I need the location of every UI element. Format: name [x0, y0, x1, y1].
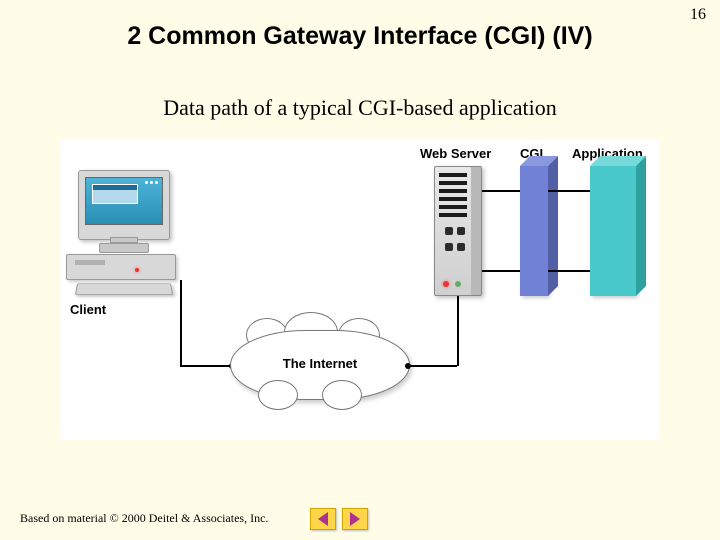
next-slide-button[interactable]: [342, 508, 368, 530]
cgi-block-icon: [520, 166, 548, 296]
label-client: Client: [70, 302, 106, 317]
diagram-figure: Client Web Server CGI Application The In…: [60, 140, 660, 440]
application-block-icon: [590, 166, 636, 296]
internet-cloud-icon: The Internet: [230, 330, 410, 400]
label-internet: The Internet: [230, 356, 410, 371]
client-cpu-icon: [66, 254, 176, 280]
chevron-left-icon: [318, 512, 328, 526]
prev-slide-button[interactable]: [310, 508, 336, 530]
slide-title: 2 Common Gateway Interface (CGI) (IV): [0, 22, 720, 51]
chevron-right-icon: [350, 512, 360, 526]
footer-copyright: Based on material © 2000 Deitel & Associ…: [20, 511, 268, 526]
slide-subtitle: Data path of a typical CGI-based applica…: [0, 95, 720, 121]
label-webserver: Web Server: [420, 146, 491, 161]
webserver-icon: [434, 166, 482, 296]
client-monitor-icon: [78, 170, 170, 240]
client-keyboard-icon: [75, 283, 173, 295]
